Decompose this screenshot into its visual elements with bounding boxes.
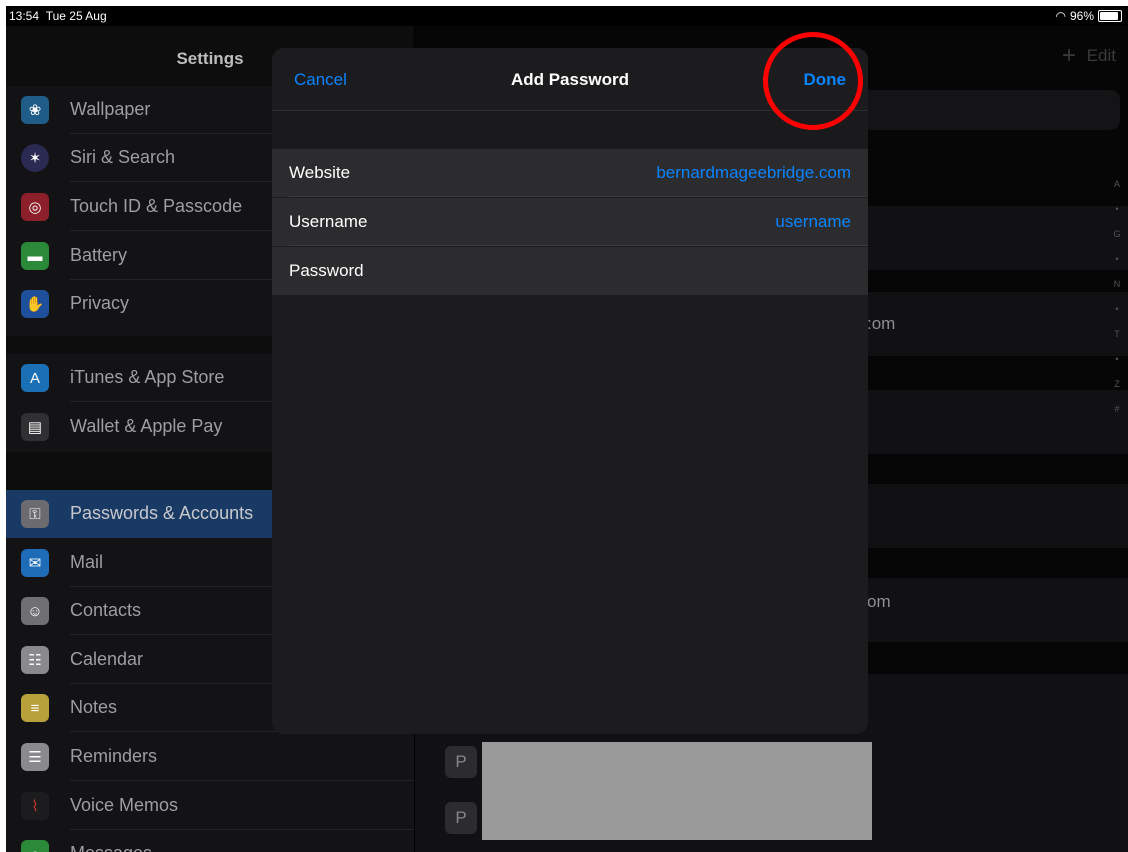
username-field[interactable]: Username username <box>272 198 868 246</box>
edit-button[interactable]: Edit <box>1087 46 1116 66</box>
sidebar-item-label: Passwords & Accounts <box>70 503 254 523</box>
partial-text: om <box>867 592 891 611</box>
sidebar-item-label: Reminders <box>70 746 158 766</box>
done-button[interactable]: Done <box>804 70 847 90</box>
sidebar-item-label: Battery <box>70 245 128 265</box>
status-right: ◠ 96% <box>1055 9 1122 23</box>
sidebar-item-reminders[interactable]: ☰ Reminders <box>6 733 414 781</box>
contacts-icon: ☺ <box>21 597 49 625</box>
sidebar-item-label: Contacts <box>70 600 142 620</box>
section-index[interactable]: A • G • N • T • Z # <box>1112 172 1122 422</box>
sidebar-item-label: Messages <box>70 843 152 852</box>
partial-text: :om <box>867 314 896 333</box>
sidebar-item-label: Voice Memos <box>70 795 179 815</box>
sidebar-item-voice-memos[interactable]: ⌇ Voice Memos <box>6 782 414 830</box>
index-letter: A <box>1113 179 1120 189</box>
password-field[interactable]: Password <box>272 247 868 295</box>
app-store-icon: A <box>21 364 49 392</box>
field-label: Password <box>289 261 364 280</box>
notes-icon: ≡ <box>21 694 49 722</box>
mail-icon: ✉ <box>21 549 49 577</box>
field-label: Website <box>289 163 351 182</box>
row-divider <box>289 245 868 246</box>
sidebar-item-label: Privacy <box>70 293 130 313</box>
messages-icon: ● <box>21 840 49 852</box>
status-clock: 13:54 <box>9 9 40 23</box>
sidebar-item-label: Mail <box>70 552 104 572</box>
sidebar-item-label: Wallet & Apple Pay <box>70 416 223 436</box>
section-spacer <box>272 111 868 148</box>
status-bar: 13:54 Tue 25 Aug ◠ 96% <box>6 6 1128 26</box>
row-divider <box>289 196 868 197</box>
field-label: Username <box>289 212 368 231</box>
battery-icon: ▬ <box>21 242 49 270</box>
fingerprint-icon: ◎ <box>21 193 49 221</box>
add-password-button[interactable]: + <box>1062 42 1076 70</box>
sidebar-item-messages[interactable]: ● Messages <box>6 830 414 852</box>
letter-badge: P <box>445 802 477 834</box>
sidebar-item-label: Touch ID & Passcode <box>70 196 243 216</box>
redacted-area <box>482 742 872 840</box>
index-dot: • <box>1115 304 1119 314</box>
voice-memos-icon: ⌇ <box>21 792 49 820</box>
status-time: 13:54 Tue 25 Aug <box>9 9 107 23</box>
battery-percent: 96% <box>1069 9 1094 23</box>
ipad-screen: 13:54 Tue 25 Aug ◠ 96% Settings ❀ Wallpa… <box>6 6 1128 852</box>
website-field[interactable]: Website bernardmageebridge.com <box>272 149 868 197</box>
add-password-sheet: Cancel Add Password Done Website bernard… <box>272 48 868 734</box>
sidebar-item-label: iTunes & App Store <box>70 367 225 387</box>
index-dot: • <box>1115 354 1119 364</box>
index-dot: • <box>1115 204 1119 214</box>
website-input[interactable]: bernardmageebridge.com <box>656 163 851 183</box>
index-letter: Z <box>1114 379 1120 389</box>
reminders-icon: ☰ <box>21 743 49 771</box>
sidebar-item-label: Siri & Search <box>70 147 176 167</box>
row-divider <box>70 780 414 781</box>
sheet-nav-bar: Cancel Add Password Done <box>272 48 868 111</box>
index-letter: G <box>1113 229 1121 239</box>
battery-icon <box>1098 10 1122 22</box>
siri-icon: ✶ <box>21 144 49 172</box>
key-icon: ⚿ <box>21 500 49 528</box>
index-letter: # <box>1114 404 1120 414</box>
index-dot: • <box>1115 254 1119 264</box>
username-input[interactable]: username <box>775 212 851 232</box>
status-date: Tue 25 Aug <box>45 9 107 23</box>
wallpaper-icon: ❀ <box>21 96 49 124</box>
sidebar-item-label: Calendar <box>70 649 144 669</box>
cancel-button[interactable]: Cancel <box>294 70 347 90</box>
sidebar-item-label: Notes <box>70 697 118 717</box>
letter-badge: P <box>445 746 477 778</box>
index-letter: T <box>1114 329 1120 339</box>
index-letter: N <box>1113 279 1121 289</box>
sidebar-item-label: Wallpaper <box>70 99 151 119</box>
wifi-icon: ◠ <box>1055 9 1066 23</box>
wallet-icon: ▤ <box>21 413 49 441</box>
hand-icon: ✋ <box>21 290 49 318</box>
sheet-title: Add Password <box>510 70 630 89</box>
calendar-icon: ☷ <box>21 646 49 674</box>
